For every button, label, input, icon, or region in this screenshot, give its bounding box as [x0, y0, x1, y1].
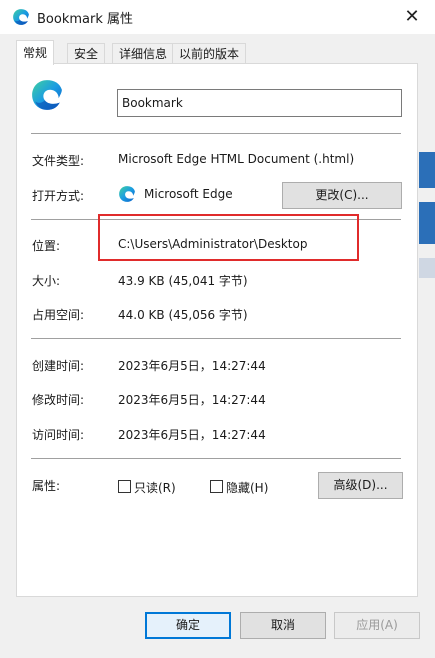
- hidden-checkbox[interactable]: [210, 480, 223, 493]
- file-type-value: Microsoft Edge HTML Document (.html): [118, 152, 355, 166]
- separator: [31, 338, 401, 339]
- tab-previous-versions[interactable]: 以前的版本: [172, 43, 247, 65]
- attributes-label: 属性:: [32, 479, 61, 493]
- size-on-disk-label: 占用空间:: [32, 308, 85, 322]
- opens-with-value: Microsoft Edge: [144, 187, 233, 201]
- general-panel: [16, 63, 418, 597]
- cancel-button[interactable]: 取消: [240, 612, 326, 639]
- background-strip-segment: [419, 258, 435, 278]
- edge-icon: [119, 186, 135, 202]
- tab-details[interactable]: 详细信息: [112, 43, 175, 65]
- ok-button[interactable]: 确定: [145, 612, 231, 639]
- size-value: 43.9 KB (45,041 字节): [118, 274, 248, 288]
- created-label: 创建时间:: [32, 359, 85, 373]
- background-window-strip: [419, 34, 435, 658]
- apply-button[interactable]: 应用(A): [334, 612, 420, 639]
- location-label: 位置:: [32, 239, 61, 253]
- advanced-button[interactable]: 高级(D)...: [318, 472, 403, 499]
- modified-label: 修改时间:: [32, 393, 85, 407]
- created-value: 2023年6月5日，14:27:44: [118, 359, 266, 373]
- accessed-value: 2023年6月5日，14:27:44: [118, 428, 266, 442]
- close-icon: ✕: [404, 6, 420, 27]
- accessed-label: 访问时间:: [32, 428, 85, 442]
- separator: [31, 133, 401, 134]
- tab-security[interactable]: 安全: [67, 43, 106, 65]
- readonly-checkbox[interactable]: [118, 480, 131, 493]
- edge-icon: [32, 80, 62, 110]
- opens-with-label: 打开方式:: [32, 189, 85, 203]
- readonly-label: 只读(R): [134, 481, 176, 495]
- size-on-disk-value: 44.0 KB (45,056 字节): [118, 308, 248, 322]
- background-strip-segment: [419, 152, 435, 188]
- separator: [31, 219, 401, 220]
- background-strip-segment: [419, 202, 435, 244]
- close-button[interactable]: ✕: [399, 4, 425, 30]
- hidden-label: 隐藏(H): [226, 481, 269, 495]
- file-type-label: 文件类型:: [32, 154, 85, 168]
- window-title: Bookmark 属性: [37, 12, 133, 27]
- separator: [31, 458, 401, 459]
- size-label: 大小:: [32, 274, 61, 288]
- edge-icon: [13, 9, 29, 25]
- title-bar: Bookmark 属性 ✕: [0, 0, 435, 34]
- file-name-input[interactable]: [117, 89, 402, 117]
- tab-general[interactable]: 常规: [16, 40, 55, 65]
- modified-value: 2023年6月5日，14:27:44: [118, 393, 266, 407]
- change-button[interactable]: 更改(C)...: [282, 182, 402, 209]
- location-value: C:\Users\Administrator\Desktop: [118, 237, 308, 251]
